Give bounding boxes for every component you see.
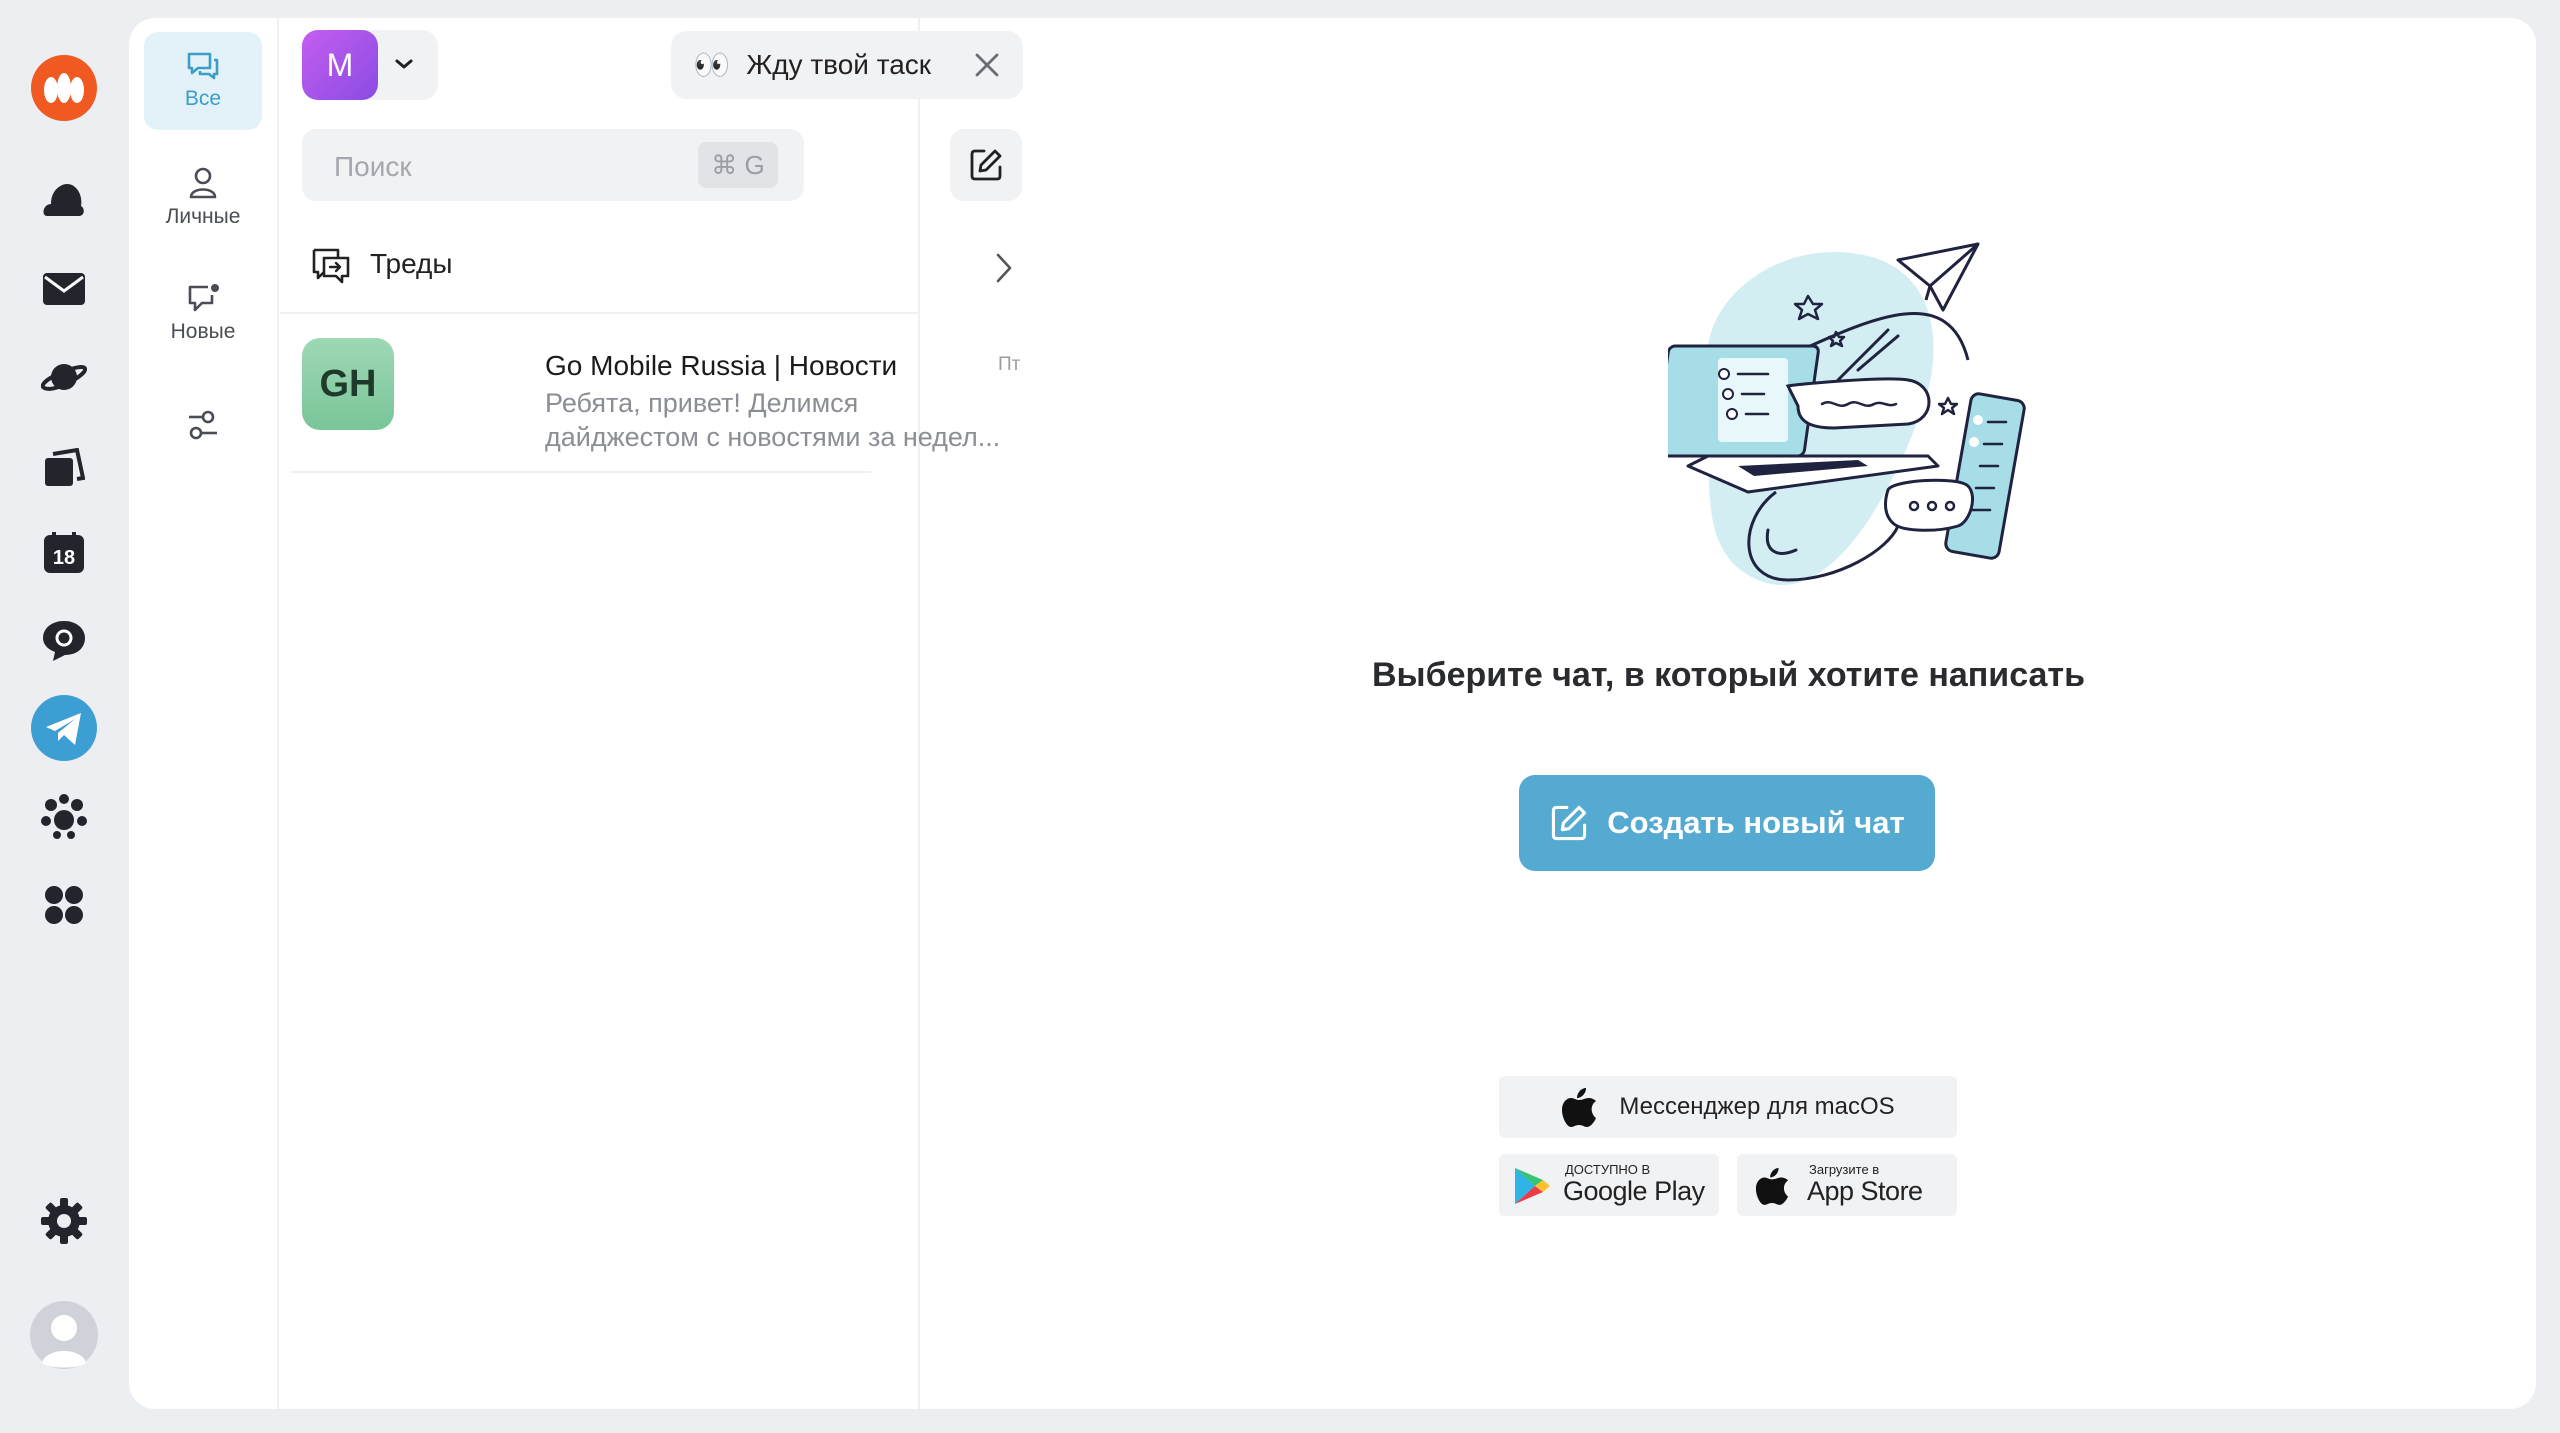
filter-settings[interactable] [144,376,262,474]
google-play-big-text: Google Play [1563,1176,1705,1206]
calendar-icon[interactable]: 18 [28,517,100,589]
saturn-icon[interactable] [28,341,100,413]
google-play-small-text: ДОСТУПНО В [1565,1162,1651,1177]
apple-icon [1755,1168,1789,1205]
person-icon [189,167,217,199]
service-rail: 18 [0,0,128,1433]
macos-download-button[interactable]: Мессенджер для macOS [1499,1076,1957,1138]
chat-avatar: GH [302,338,394,430]
app-store-big-text: App Store [1807,1176,1923,1206]
telegram-icon[interactable] [28,692,100,764]
messenger-logo-icon[interactable] [28,52,100,124]
divider [291,471,871,473]
divider [280,312,920,314]
apps-grid-icon[interactable] [28,869,100,941]
mail-icon[interactable] [28,253,100,325]
account-avatar: M [302,30,378,100]
compose-icon [1552,805,1587,841]
cards-icon[interactable] [28,431,100,503]
create-chat-label: Создать новый чат [1607,805,1905,840]
settings-gear-icon[interactable] [28,1185,100,1257]
macos-download-label: Мессенджер для macOS [1619,1093,1895,1120]
app-store-badge[interactable]: Загрузите в App Store [1737,1154,1957,1216]
app-store-small-text: Загрузите в [1809,1162,1880,1177]
new-message-icon [188,284,219,312]
messenger-app: Все Личные Новые M 👀 Жду твой таск Поиск… [129,18,2536,1409]
svg-text:18: 18 [53,547,75,569]
chat-list-panel: M 👀 Жду твой таск Поиск ⌘ G Треды GH Go … [280,18,1023,1409]
filter-new-label: Новые [170,320,236,343]
chat-filters: Все Личные Новые [129,18,279,1409]
search-placeholder: Поиск [334,151,412,182]
filter-all-label: Все [184,87,222,110]
filter-personal-label: Личные [165,205,241,228]
empty-state-title: Выберите чат, в который хотите написать [1372,656,2085,694]
chats-icon [187,52,219,80]
chat-bubble-icon[interactable] [28,604,100,676]
apple-icon [1562,1088,1597,1127]
threads-icon [312,248,350,284]
search-shortcut: ⌘ G [698,142,778,188]
chevron-down-icon [395,59,413,69]
status-emoji: 👀 [693,48,730,82]
user-avatar-icon[interactable] [28,1299,100,1371]
chat-list-item[interactable]: GH Go Mobile Russia | Новости Пт Ребята,… [280,316,1020,456]
chat-empty-state: Выберите чат, в который хотите написать … [921,18,2536,1409]
filter-settings-icon [189,410,217,440]
status-text: Жду твой таск [746,49,932,80]
chat-name: Go Mobile Russia | Новости [545,350,898,381]
google-play-badge[interactable]: ДОСТУПНО В Google Play [1499,1154,1719,1216]
google-play-icon [1515,1168,1550,1204]
paper-plane-laptop-illustration [1668,242,2026,586]
filter-all[interactable]: Все [144,32,262,130]
filter-new[interactable]: Новые [144,265,262,363]
threads-row[interactable]: Треды [280,230,1012,302]
pets-icon[interactable] [28,780,100,852]
account-switcher[interactable]: M [302,30,438,100]
search-field[interactable]: Поиск ⌘ G [302,129,804,201]
threads-label: Треды [370,248,453,279]
filter-personal[interactable]: Личные [144,149,262,247]
create-chat-button[interactable]: Создать новый чат [1519,775,1935,871]
cloud-icon[interactable] [28,164,100,236]
